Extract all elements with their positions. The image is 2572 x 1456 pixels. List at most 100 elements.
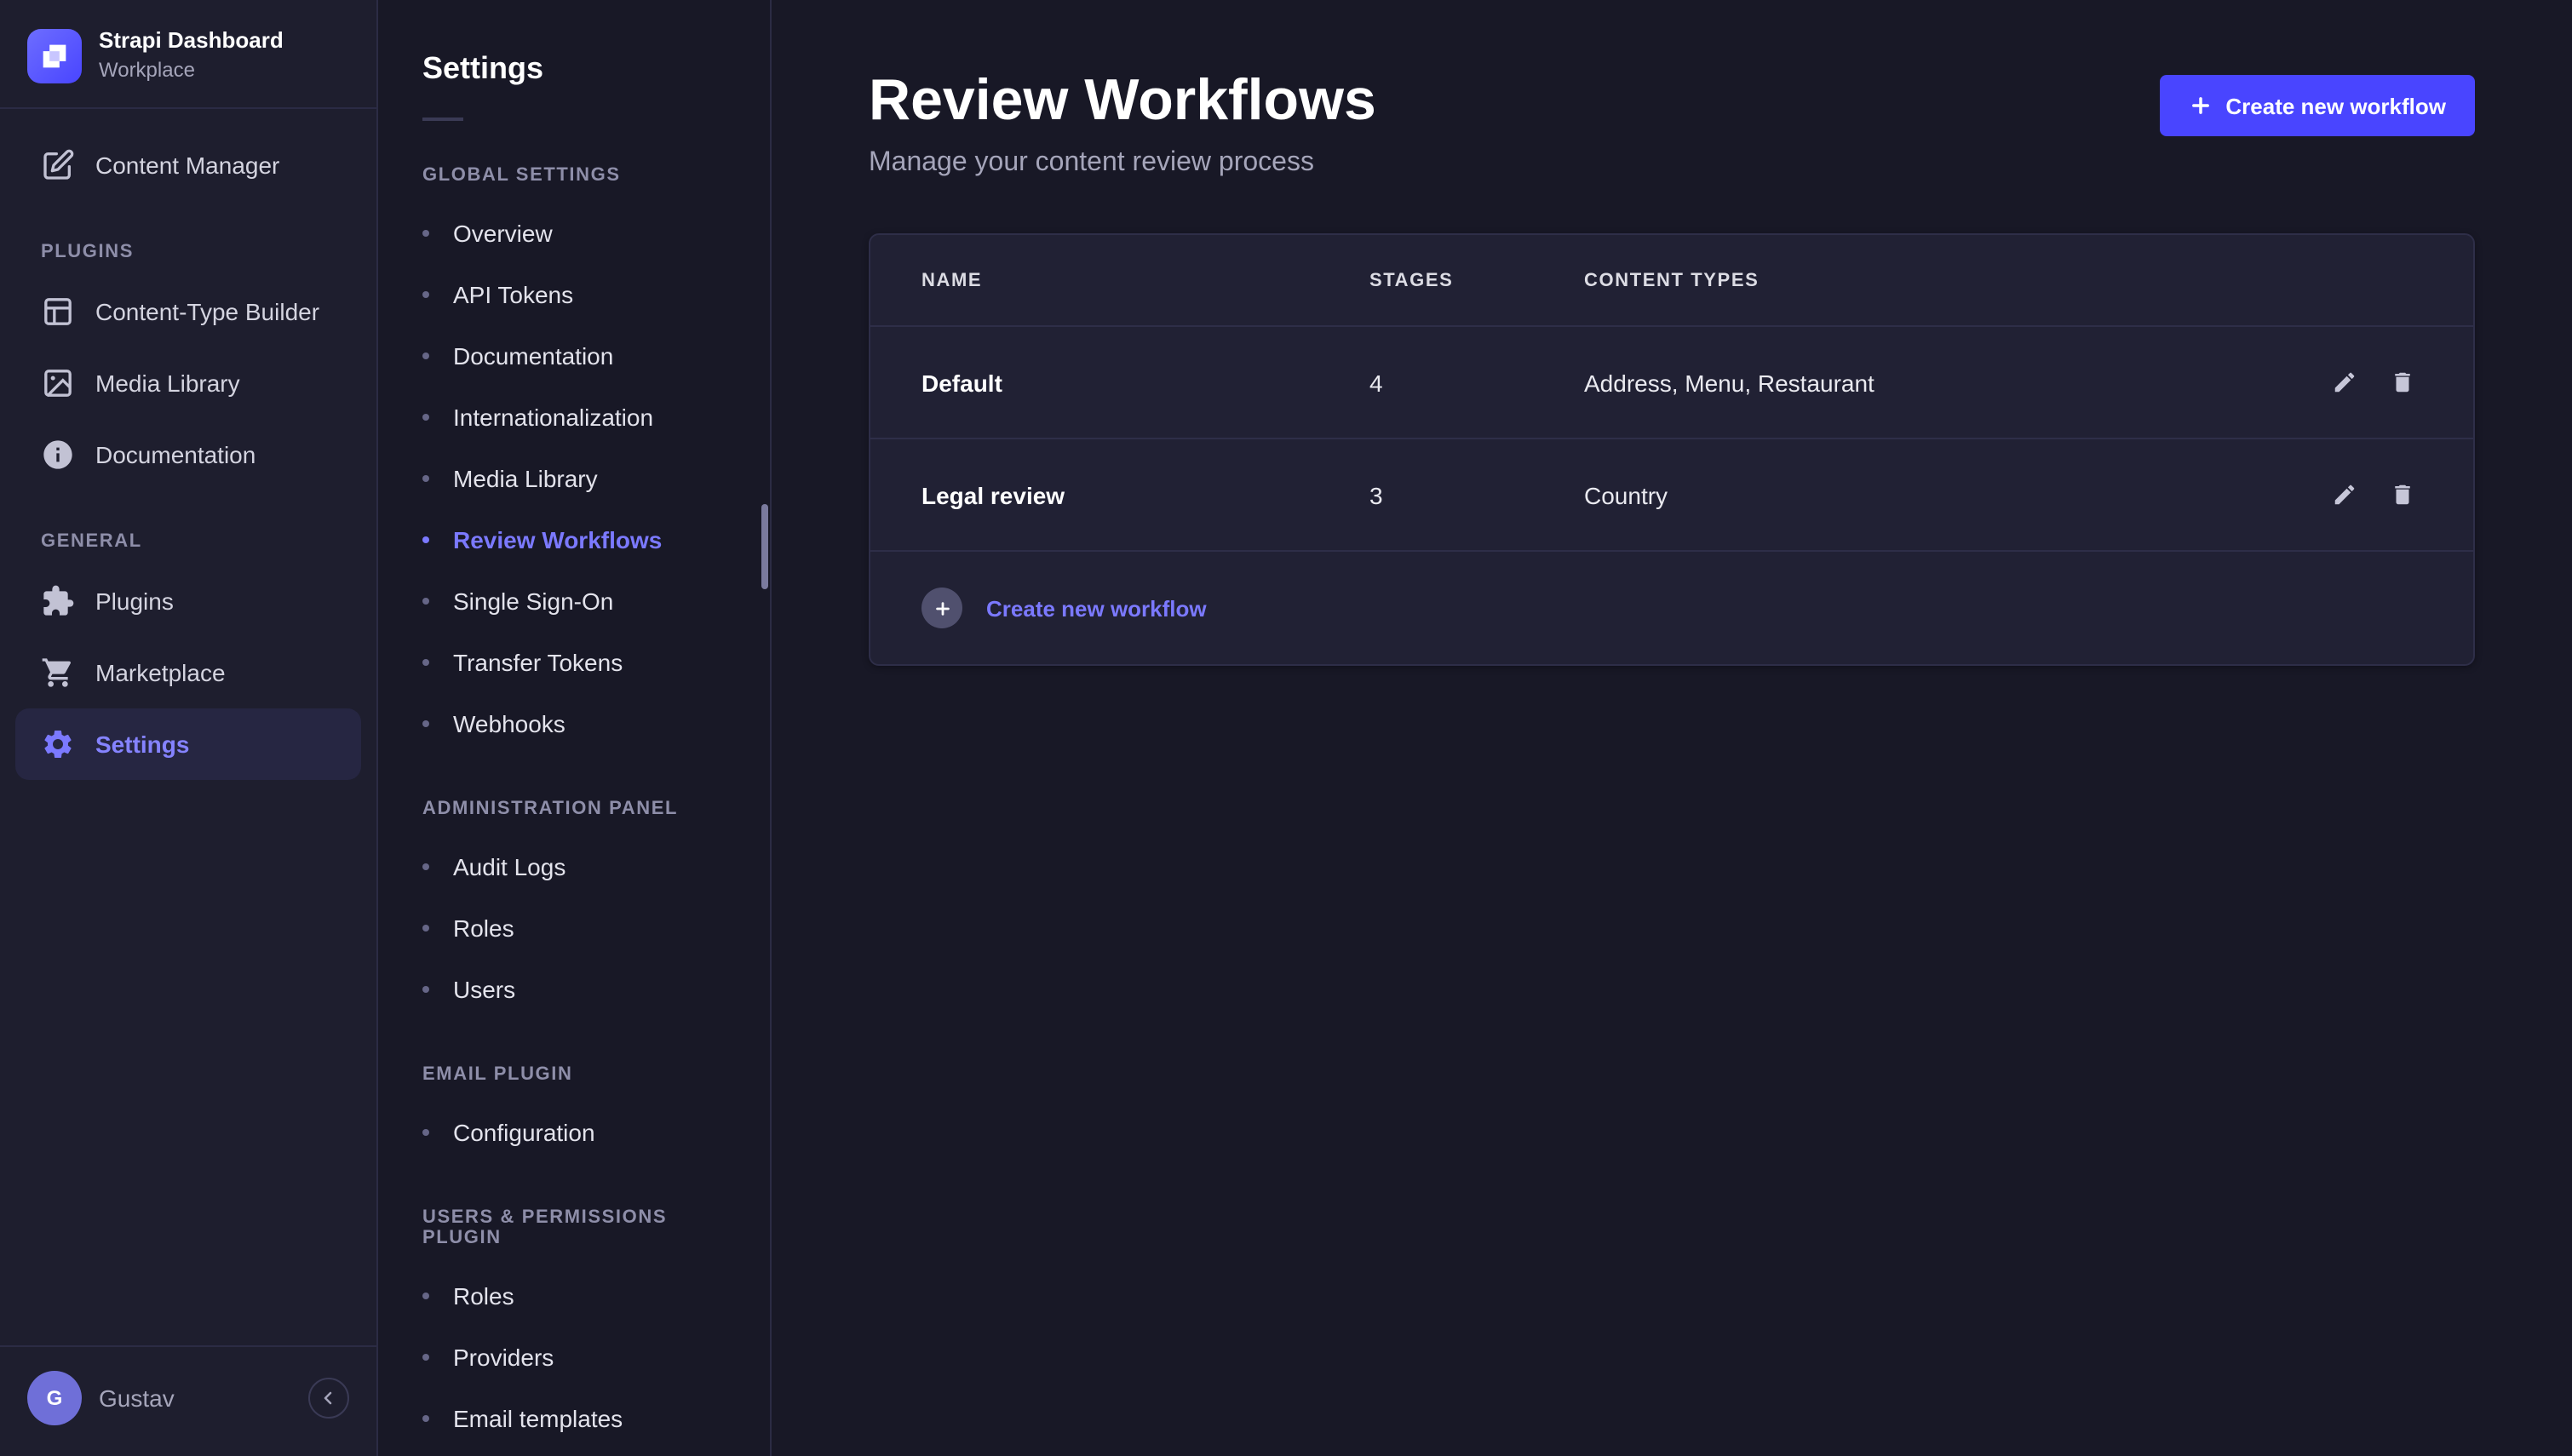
workflow-content-types: Country xyxy=(1584,481,2289,508)
chevron-left-icon xyxy=(319,1388,339,1408)
sidebar-item-media-library[interactable]: Media Library xyxy=(0,348,376,420)
settings-subnav-title: Settings xyxy=(378,0,770,87)
settings-nav-item-audit-logs[interactable]: Audit Logs xyxy=(378,836,770,897)
settings-nav-item-review-workflows[interactable]: Review Workflows xyxy=(378,509,770,570)
settings-nav-item-webhooks[interactable]: Webhooks xyxy=(378,693,770,754)
sidebar-item-marketplace[interactable]: Marketplace xyxy=(0,638,376,709)
bullet-icon xyxy=(422,291,429,298)
bullet-icon xyxy=(422,598,429,605)
settings-nav-item-label: API Tokens xyxy=(453,278,573,312)
subnav-section-users-permissions-plugin: USERS & PERMISSIONS PLUGIN xyxy=(378,1163,770,1265)
pencil-icon xyxy=(2331,370,2357,395)
trash-icon xyxy=(2389,482,2414,507)
sidebar-item-label: Media Library xyxy=(95,370,240,398)
settings-nav-item-internationalization[interactable]: Internationalization xyxy=(378,387,770,448)
page-title: Review Workflows xyxy=(869,68,1376,135)
settings-nav-item-label: Configuration xyxy=(453,1115,595,1149)
page-subtitle: Manage your content review process xyxy=(869,148,1376,179)
column-header-name: NAME xyxy=(921,270,1369,290)
settings-nav-item-providers[interactable]: Providers xyxy=(378,1327,770,1388)
bullet-icon xyxy=(422,1293,429,1299)
workflow-name: Default xyxy=(921,369,1369,396)
collapse-sidebar-button[interactable] xyxy=(308,1378,349,1419)
settings-nav-item-label: Audit Logs xyxy=(453,850,565,884)
bullet-icon xyxy=(422,1354,429,1361)
settings-nav-item-configuration[interactable]: Configuration xyxy=(378,1102,770,1163)
settings-nav-item-advanced-settings[interactable]: Advanced settings xyxy=(378,1449,770,1456)
settings-nav-item-admin-roles[interactable]: Roles xyxy=(378,897,770,959)
gear-icon xyxy=(41,728,75,762)
sidebar-item-documentation[interactable]: Documentation xyxy=(0,420,376,491)
settings-nav-item-label: Internationalization xyxy=(453,400,653,434)
settings-nav-item-transfer-tokens[interactable]: Transfer Tokens xyxy=(378,632,770,693)
workflows-table-card: NAME STAGES CONTENT TYPES Default 4 Addr… xyxy=(869,233,2475,666)
primary-nav: Content Manager PLUGINS Content-Type Bui… xyxy=(0,110,376,781)
column-header-content-types: CONTENT TYPES xyxy=(1584,270,2289,290)
nav-section-general-label: GENERAL xyxy=(0,491,376,566)
bullet-icon xyxy=(422,986,429,993)
delete-workflow-button[interactable] xyxy=(2381,474,2422,515)
brand-text: Strapi Dashboard Workplace xyxy=(99,27,284,84)
subnav-scrollbar-thumb[interactable] xyxy=(761,504,768,589)
cart-icon xyxy=(41,656,75,691)
brand-subtitle: Workplace xyxy=(99,59,284,84)
settings-nav-item-api-tokens[interactable]: API Tokens xyxy=(378,264,770,325)
column-header-stages: STAGES xyxy=(1369,270,1584,290)
user-name: Gustav xyxy=(99,1384,291,1412)
bullet-icon xyxy=(422,475,429,482)
settings-nav-item-email-templates[interactable]: Email templates xyxy=(378,1388,770,1449)
settings-nav-item-label: Media Library xyxy=(453,461,598,496)
sidebar-item-content-manager[interactable]: Content Manager xyxy=(0,130,376,202)
sidebar-item-settings[interactable]: Settings xyxy=(15,709,361,781)
main-content: Review Workflows Manage your content rev… xyxy=(772,0,2572,1456)
bullet-icon xyxy=(422,863,429,870)
table-footer-create-workflow[interactable]: Create new workflow xyxy=(870,552,2473,664)
primary-sidebar: Strapi Dashboard Workplace Content Manag… xyxy=(0,0,378,1456)
edit-workflow-button[interactable] xyxy=(2323,362,2364,403)
settings-nav-item-single-sign-on[interactable]: Single Sign-On xyxy=(378,570,770,632)
bullet-icon xyxy=(422,353,429,359)
settings-nav-item-overview[interactable]: Overview xyxy=(378,203,770,264)
settings-nav-item-up-roles[interactable]: Roles xyxy=(378,1265,770,1327)
sidebar-item-label: Marketplace xyxy=(95,660,226,687)
sidebar-item-label: Plugins xyxy=(95,588,174,616)
media-library-icon xyxy=(41,367,75,401)
user-row: G Gustav xyxy=(0,1347,376,1456)
settings-nav-item-label: Webhooks xyxy=(453,707,565,741)
workflow-content-types: Address, Menu, Restaurant xyxy=(1584,369,2289,396)
settings-nav-item-media-library[interactable]: Media Library xyxy=(378,448,770,509)
strapi-logo-icon xyxy=(27,28,82,83)
delete-workflow-button[interactable] xyxy=(2381,362,2422,403)
create-workflow-button-label: Create new workflow xyxy=(2225,93,2446,118)
bullet-icon xyxy=(422,414,429,421)
sidebar-item-content-type-builder[interactable]: Content-Type Builder xyxy=(0,277,376,348)
settings-nav-item-label: Single Sign-On xyxy=(453,584,613,618)
subnav-section-administration-panel: ADMINISTRATION PANEL xyxy=(378,754,770,836)
table-row[interactable]: Legal review 3 Country xyxy=(870,439,2473,552)
settings-nav-item-users[interactable]: Users xyxy=(378,959,770,1020)
edit-workflow-button[interactable] xyxy=(2323,474,2364,515)
pencil-icon xyxy=(2331,482,2357,507)
bullet-icon xyxy=(422,925,429,931)
settings-nav-item-documentation[interactable]: Documentation xyxy=(378,325,770,387)
bullet-icon xyxy=(422,230,429,237)
puzzle-icon xyxy=(41,585,75,619)
workflow-stages: 4 xyxy=(1369,369,1584,396)
workflow-stages: 3 xyxy=(1369,481,1584,508)
settings-nav-item-label: Review Workflows xyxy=(453,523,662,557)
brand: Strapi Dashboard Workplace xyxy=(0,0,376,108)
trash-icon xyxy=(2389,370,2414,395)
subnav-section-global-settings: GLOBAL SETTINGS xyxy=(378,121,770,203)
sidebar-item-plugins[interactable]: Plugins xyxy=(0,566,376,638)
table-row[interactable]: Default 4 Address, Menu, Restaurant xyxy=(870,327,2473,439)
settings-nav-item-label: Documentation xyxy=(453,339,613,373)
bullet-icon xyxy=(422,1129,429,1136)
sidebar-item-label: Settings xyxy=(95,731,189,759)
settings-nav-item-label: Transfer Tokens xyxy=(453,645,623,679)
sidebar-item-label: Content Manager xyxy=(95,152,279,180)
settings-nav-item-label: Roles xyxy=(453,911,514,945)
create-workflow-button[interactable]: Create new workflow xyxy=(2159,75,2475,136)
bullet-icon xyxy=(422,536,429,543)
settings-nav-item-label: Providers xyxy=(453,1340,554,1374)
avatar[interactable]: G xyxy=(27,1371,82,1425)
